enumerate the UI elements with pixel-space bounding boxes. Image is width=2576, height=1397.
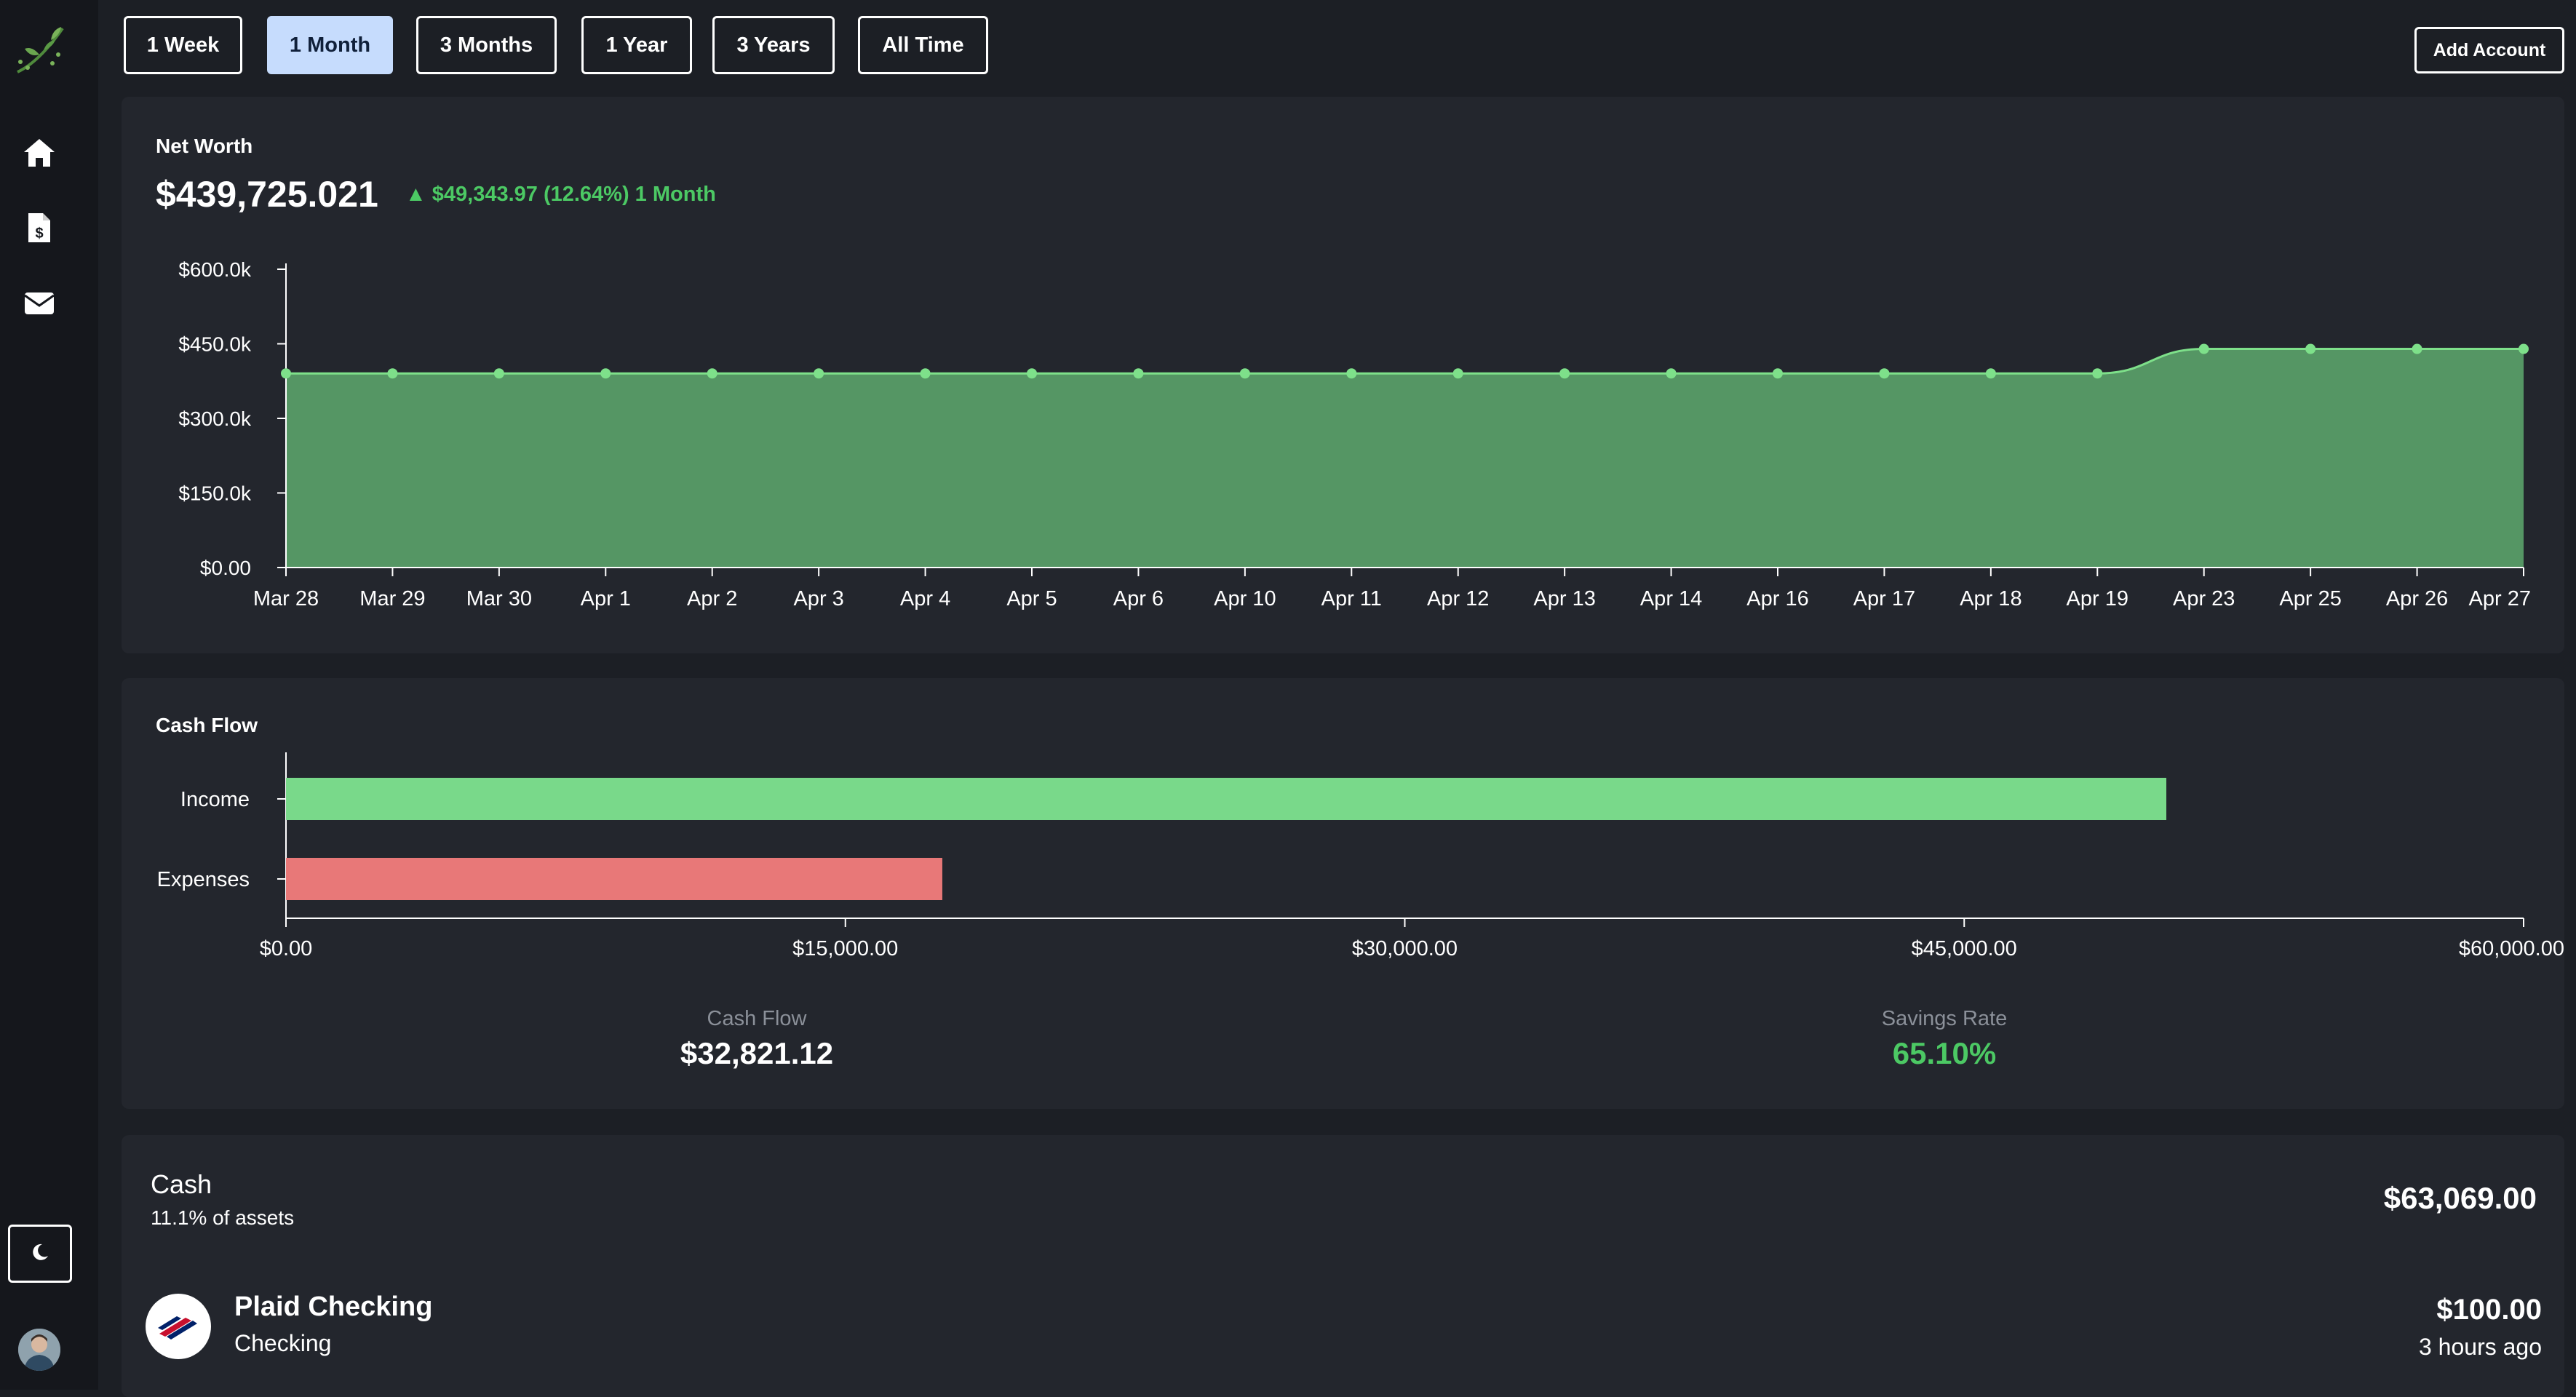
x-tick-label: $60,000.00	[2459, 937, 2564, 960]
cash-flow-chart: Income Expenses $0.00 $15,000.00 $30,000.00 $…	[157, 752, 2564, 960]
data-point	[920, 368, 931, 379]
bank-logo-icon	[146, 1294, 211, 1359]
x-tick-label: Apr 26	[2386, 587, 2448, 610]
cash-flow-value: $32,821.12	[680, 1036, 834, 1070]
data-point	[493, 368, 504, 379]
data-point	[281, 368, 291, 379]
y-tick-label: $600.0k	[178, 258, 252, 281]
cash-flow-label: Cash Flow	[707, 1007, 807, 1030]
data-point	[1879, 368, 1890, 379]
x-tick-label: $45,000.00	[1912, 937, 2017, 960]
expenses-bar	[286, 858, 942, 900]
net-worth-card: Net Worth $439,725.021 ▲ $49,343.97 (12.…	[122, 97, 2564, 653]
x-tick-label: Apr 1	[581, 587, 631, 610]
account-type: Checking	[234, 1330, 332, 1356]
home-icon[interactable]	[20, 133, 59, 172]
x-tick-label: Apr 12	[1427, 587, 1489, 610]
x-tick-label: Apr 14	[1640, 587, 1702, 610]
plant-leaf-icon[interactable]	[10, 18, 71, 79]
moon-icon	[31, 1243, 49, 1265]
theme-toggle-button[interactable]	[8, 1225, 72, 1283]
y-tick-label: $450.0k	[178, 333, 252, 356]
envelope-icon[interactable]	[20, 284, 59, 323]
x-tick-label: Apr 25	[2279, 587, 2341, 610]
x-tick-label: Apr 2	[687, 587, 737, 610]
x-tick-label: Apr 27	[2469, 587, 2531, 610]
cash-assets-percent: 11.1% of assets	[151, 1206, 295, 1229]
data-point	[814, 368, 824, 379]
x-tick-label: Apr 3	[793, 587, 843, 610]
account-balance: $100.00	[2436, 1294, 2542, 1326]
x-tick-label: Mar 30	[466, 587, 532, 610]
data-point	[2519, 343, 2529, 354]
range-button-1-month[interactable]: 1 Month	[267, 16, 393, 74]
cash-section: Cash 11.1% of assets $63,069.00 Plaid Ch…	[122, 1135, 2564, 1397]
range-button-all-time[interactable]: All Time	[858, 16, 988, 74]
range-button-3-months[interactable]: 3 Months	[416, 16, 557, 74]
x-tick-label: Mar 29	[359, 587, 425, 610]
x-tick-label: Apr 10	[1214, 587, 1276, 610]
x-tick-label: $30,000.00	[1352, 937, 1458, 960]
y-tick-label: $0.00	[200, 557, 251, 579]
x-tick-label: Apr 23	[2173, 587, 2235, 610]
data-point	[707, 368, 717, 379]
data-point	[2092, 368, 2103, 379]
account-updated-time: 3 hours ago	[2418, 1334, 2542, 1360]
data-point	[1773, 368, 1783, 379]
y-tick-label: Expenses	[157, 868, 250, 891]
y-tick-label: $150.0k	[178, 482, 252, 505]
range-button-3-years[interactable]: 3 Years	[712, 16, 835, 74]
add-account-button[interactable]: Add Account	[2414, 27, 2564, 73]
cash-total: $63,069.00	[2383, 1181, 2537, 1215]
net-worth-area	[286, 349, 2524, 568]
x-tick-label: $15,000.00	[792, 937, 898, 960]
data-point	[600, 368, 611, 379]
sidebar: $	[0, 0, 98, 1390]
data-point	[2198, 343, 2209, 354]
x-tick-label: Apr 4	[900, 587, 950, 610]
x-tick-label: Mar 28	[253, 587, 319, 610]
savings-rate-label: Savings Rate	[1881, 1007, 2008, 1030]
x-tick-label: Apr 18	[1960, 587, 2022, 610]
net-worth-chart: $0.00 $150.0k $300.0k $450.0k $600.0k Mar 28 M…	[178, 258, 2531, 610]
income-bar	[286, 778, 2167, 820]
range-button-1-year[interactable]: 1 Year	[581, 16, 692, 74]
savings-rate-value: 65.10%	[1892, 1036, 1997, 1070]
x-tick-label: Apr 16	[1746, 587, 1808, 610]
data-point	[1133, 368, 1144, 379]
data-point	[1666, 368, 1677, 379]
data-point	[1346, 368, 1357, 379]
cash-flow-card: Cash Flow Income Expenses $0.00 $15,000.00 $…	[122, 678, 2564, 1109]
range-button-1-week[interactable]: 1 Week	[124, 16, 242, 74]
data-point	[1027, 368, 1037, 379]
data-point	[1239, 368, 1250, 379]
y-tick-label: Income	[180, 788, 250, 811]
svg-text:$: $	[35, 226, 43, 242]
y-tick-label: $300.0k	[178, 407, 252, 430]
x-tick-label: Apr 19	[2067, 587, 2128, 610]
x-tick-label: Apr 13	[1533, 587, 1595, 610]
x-tick-label: $0.00	[260, 937, 313, 960]
data-point	[1559, 368, 1570, 379]
data-point	[2305, 343, 2316, 354]
cash-title: Cash	[151, 1169, 212, 1199]
x-tick-label: Apr 6	[1113, 587, 1164, 610]
x-tick-label: Apr 17	[1853, 587, 1915, 610]
data-point	[1985, 368, 1996, 379]
data-point	[2412, 343, 2422, 354]
x-tick-label: Apr 11	[1321, 587, 1382, 610]
data-point	[1452, 368, 1463, 379]
x-tick-label: Apr 5	[1006, 587, 1057, 610]
account-name[interactable]: Plaid Checking	[234, 1291, 432, 1323]
invoice-dollar-icon[interactable]: $	[20, 208, 59, 247]
data-point	[387, 368, 398, 379]
avatar[interactable]	[18, 1329, 60, 1371]
